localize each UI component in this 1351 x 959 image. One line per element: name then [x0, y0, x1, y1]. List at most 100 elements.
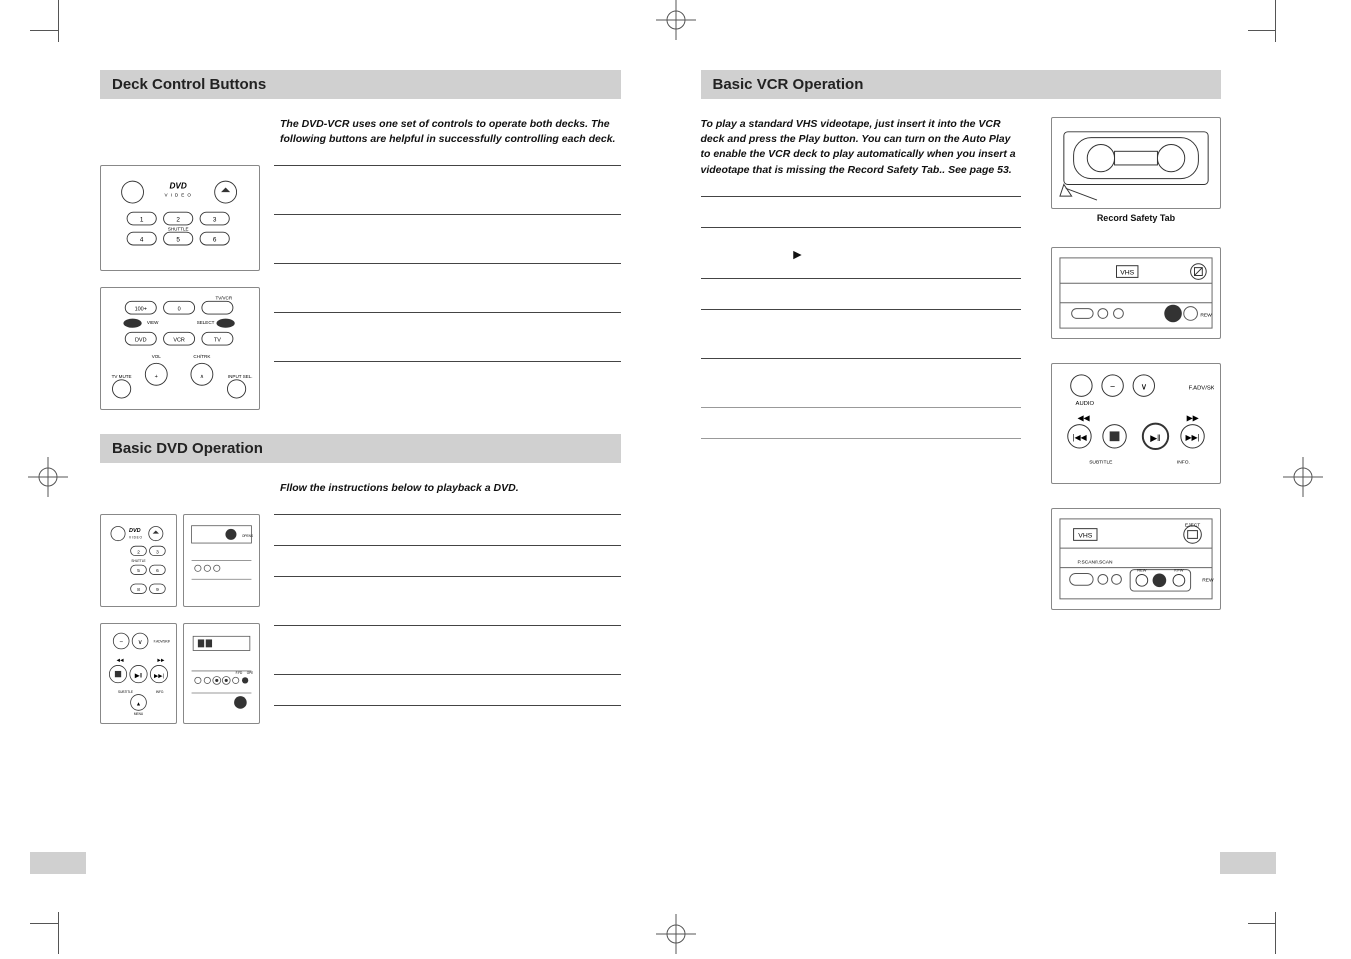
svg-text:▶▶: ▶▶ [1187, 414, 1200, 423]
svg-text:AUDIO: AUDIO [1076, 401, 1095, 407]
right-page: Basic VCR Operation To play a standard V… [671, 40, 1252, 914]
crop-mark [58, 912, 59, 954]
crop-mark [1248, 923, 1276, 924]
player-front-figure-2: F.FD OPEN [183, 623, 260, 724]
svg-text:2: 2 [137, 550, 140, 556]
svg-text:TV MUTE: TV MUTE [112, 374, 132, 379]
section-heading-vcr-op: Basic VCR Operation [701, 70, 1222, 99]
remote-figure-top: DVD V I D E O 1 2 3 4 5 6 SHUTTLE [100, 165, 260, 270]
svg-text:DVD: DVD [129, 528, 141, 534]
svg-text:OPEN: OPEN [247, 671, 253, 675]
svg-text:TV/VCR: TV/VCR [215, 295, 232, 300]
remote-playback-figure: − ∨ F.ADV/SKIP ◀◀ ▶▶ ▶ǁ ▶▶| SUBTITLE INFO.… [100, 623, 177, 724]
svg-text:CH/TRK: CH/TRK [193, 354, 210, 359]
svg-text:DVD: DVD [170, 182, 187, 191]
svg-text:SHUTTLE: SHUTTLE [168, 227, 189, 232]
vcr-front-figure-2: VHS EJECT P.SCAN/I.SCAN REW F.FW [1051, 508, 1221, 610]
svg-text:VHS: VHS [1120, 269, 1134, 276]
svg-text:6: 6 [213, 237, 217, 244]
svg-text:▲: ▲ [136, 702, 141, 708]
svg-text:F.ADV/SKIP: F.ADV/SKIP [1189, 386, 1214, 392]
registration-mark-icon [656, 0, 696, 40]
svg-text:−: − [1110, 382, 1115, 392]
svg-text:INPUT SEL.: INPUT SEL. [228, 374, 253, 379]
svg-text:INFO.: INFO. [1177, 460, 1190, 466]
svg-text:VIEW: VIEW [147, 320, 159, 325]
crop-mark [1275, 0, 1276, 42]
svg-text:F.FW: F.FW [1174, 568, 1183, 573]
svg-text:DVD: DVD [135, 337, 147, 343]
svg-text:1: 1 [140, 217, 144, 224]
svg-text:VIDEO: VIDEO [129, 536, 143, 540]
svg-text:TV: TV [214, 337, 221, 343]
crop-mark [30, 30, 58, 31]
svg-text:3: 3 [213, 217, 217, 224]
svg-text:−: − [119, 639, 123, 646]
svg-text:VHS: VHS [1078, 533, 1092, 540]
intro-text: To play a standard VHS videotape, just i… [701, 117, 1021, 178]
svg-text:▶▶|: ▶▶| [1186, 433, 1200, 442]
svg-text:INFO.: INFO. [156, 690, 165, 694]
remote-figure-bottom: 100+ 0 TV/VCR VIEW SELECT DVD VCR TV VOL C… [100, 287, 260, 411]
svg-text:REW: REW [1200, 312, 1212, 318]
player-front-figure: OPEN/CLOSE [183, 514, 260, 607]
remote-and-player-figure: DVD VIDEO 2 3 SHUTTLE 5 6 8 9 [100, 514, 177, 607]
crop-mark [30, 923, 58, 924]
svg-text:P.SCAN/I.SCAN: P.SCAN/I.SCAN [1078, 560, 1114, 566]
svg-text:3: 3 [156, 550, 159, 556]
svg-text:VCR: VCR [173, 337, 185, 343]
deck-steps-area [274, 165, 621, 410]
svg-text:5: 5 [176, 237, 180, 244]
crop-mark [1275, 912, 1276, 954]
section-heading-deck-control: Deck Control Buttons [100, 70, 621, 99]
cassette-figure: Record Safety Tab [1051, 117, 1221, 223]
svg-text:2: 2 [176, 217, 180, 224]
svg-text:|◀◀: |◀◀ [1072, 433, 1087, 442]
vcr-front-figure: VHS REW [1051, 247, 1221, 339]
svg-text:▶▶|: ▶▶| [154, 673, 164, 679]
svg-text:REW: REW [1137, 568, 1146, 573]
crop-mark [58, 0, 59, 42]
registration-mark-icon [1283, 457, 1323, 497]
dvd-steps-area [274, 514, 621, 723]
svg-text:▶ǁ: ▶ǁ [1150, 433, 1160, 443]
svg-text:▶ǁ: ▶ǁ [135, 672, 143, 679]
svg-text:MENU: MENU [134, 712, 144, 716]
svg-text:V I D E O: V I D E O [164, 193, 191, 198]
intro-text: The DVD-VCR uses one set of controls to … [280, 117, 621, 147]
svg-text:◀◀: ◀◀ [1078, 414, 1091, 423]
svg-text:F.ADV/SKIP: F.ADV/SKIP [154, 640, 170, 644]
svg-text:SELECT: SELECT [197, 320, 215, 325]
svg-text:SHUTTLE: SHUTTLE [131, 559, 145, 563]
svg-text:F.FD: F.FD [236, 671, 243, 675]
section-heading-dvd-op: Basic DVD Operation [100, 434, 621, 463]
svg-text:8: 8 [137, 587, 140, 593]
svg-text:∨: ∨ [1141, 382, 1147, 392]
svg-text:∧: ∧ [200, 374, 204, 380]
intro-text: Fllow the instructions below to playback… [280, 481, 621, 496]
svg-text:0: 0 [178, 306, 181, 312]
registration-mark-icon [28, 457, 68, 497]
svg-text:◀◀: ◀◀ [116, 658, 124, 664]
svg-text:SUBTITLE: SUBTITLE [1089, 460, 1113, 466]
svg-text:+: + [155, 374, 158, 380]
svg-text:▶▶: ▶▶ [157, 658, 165, 664]
svg-text:100+: 100+ [135, 306, 147, 312]
svg-text:6: 6 [156, 569, 159, 575]
svg-text:9: 9 [156, 587, 159, 593]
registration-mark-icon [656, 914, 696, 954]
svg-text:REW: REW [1202, 578, 1214, 584]
play-icon: ► [791, 246, 805, 262]
figure-caption: Record Safety Tab [1051, 213, 1221, 223]
svg-text:4: 4 [140, 237, 144, 244]
vcr-steps-area: ► [701, 196, 1021, 439]
svg-text:EJECT: EJECT [1185, 523, 1200, 529]
svg-text:5: 5 [137, 569, 140, 575]
svg-text:SUBTITLE: SUBTITLE [118, 690, 133, 694]
crop-mark [1248, 30, 1276, 31]
svg-text:OPEN/CLOSE: OPEN/CLOSE [242, 534, 253, 538]
svg-text:VOL: VOL [152, 354, 162, 359]
left-page: Deck Control Buttons The DVD-VCR uses on… [70, 40, 651, 914]
svg-text:∨: ∨ [138, 639, 143, 646]
remote-playback-figure: − ∨ AUDIO F.ADV/SKIP ◀◀ ▶▶ |◀◀ ▶ǁ ▶▶| SUB… [1051, 363, 1221, 484]
